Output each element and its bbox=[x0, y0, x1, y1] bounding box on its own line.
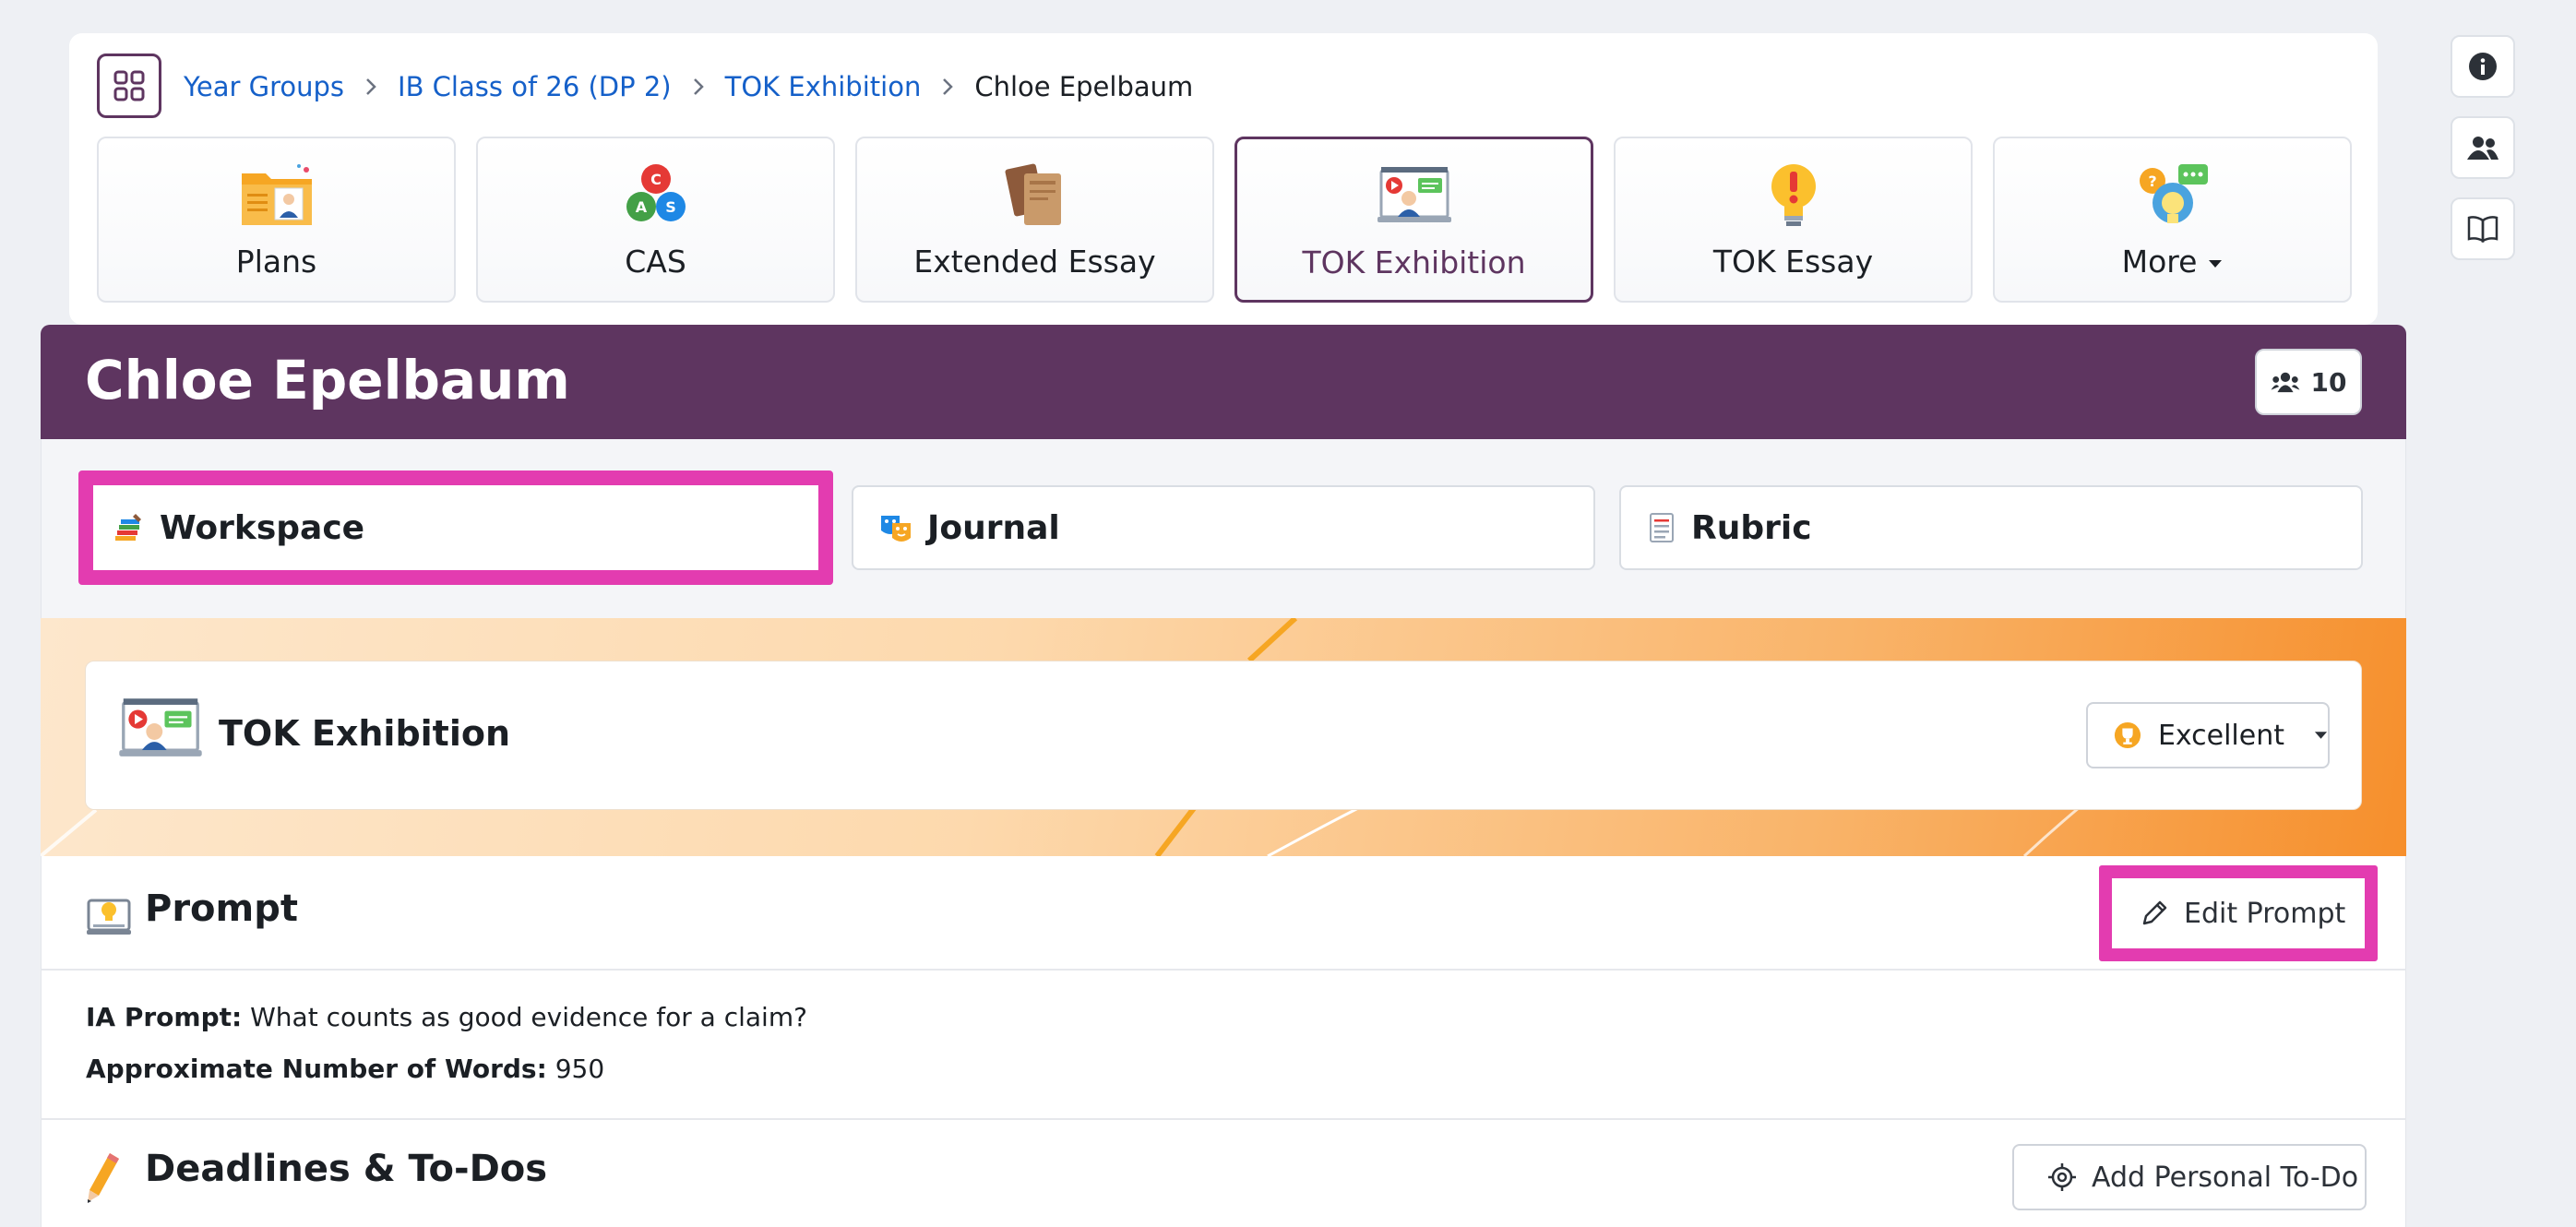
edit-prompt-label: Edit Prompt bbox=[2184, 897, 2346, 930]
word-count-row: Approximate Number of Words: 950 bbox=[86, 1054, 604, 1084]
workspace-tabs: Workspace Journal Rubric bbox=[41, 439, 2406, 618]
tok-exhibition-banner: TOK Exhibition Excellent bbox=[41, 618, 2406, 856]
grade-dropdown[interactable]: Excellent bbox=[2086, 702, 2330, 768]
tab-label: Journal bbox=[927, 508, 1060, 547]
ia-prompt-value: What counts as good evidence for a claim… bbox=[250, 1002, 807, 1032]
breadcrumb-year-groups[interactable]: Year Groups bbox=[184, 71, 344, 102]
books-icon bbox=[1005, 163, 1061, 225]
info-button[interactable] bbox=[2451, 35, 2515, 98]
users-icon bbox=[2467, 137, 2498, 160]
chevron-right-icon bbox=[941, 77, 954, 97]
breadcrumb-current: Chloe Epelbaum bbox=[974, 71, 1194, 102]
module-tiles: Plans C A S CAS Extended Essay TOK Exhib… bbox=[97, 137, 2352, 303]
caret-down-icon bbox=[2314, 732, 2328, 739]
word-count-label: Approximate Number of Words: bbox=[86, 1054, 547, 1084]
apps-grid-button[interactable] bbox=[97, 54, 161, 118]
lightbulb-exclamation-icon bbox=[1771, 164, 1816, 226]
todos-section-header: Deadlines & To-Dos Add Personal To-Do bbox=[41, 1120, 2406, 1227]
more-label: More bbox=[2121, 244, 2198, 280]
tile-label: TOK Essay bbox=[1712, 244, 1874, 280]
trophy-icon bbox=[2114, 721, 2141, 749]
info-icon bbox=[2469, 53, 2497, 80]
tile-label: Plans bbox=[235, 244, 317, 280]
prompt-details: IA Prompt: What counts as good evidence … bbox=[41, 971, 2406, 1120]
presentation-icon bbox=[119, 698, 202, 756]
users-icon bbox=[2271, 372, 2299, 393]
prompt-section-header: Prompt Edit Prompt bbox=[41, 856, 2406, 971]
tab-journal[interactable]: Journal bbox=[852, 485, 1595, 570]
journal-icon bbox=[881, 516, 911, 542]
rubric-icon bbox=[1650, 513, 1674, 542]
tab-label: Workspace bbox=[160, 508, 365, 547]
users-button[interactable] bbox=[2451, 116, 2515, 179]
chevron-right-icon bbox=[364, 77, 377, 97]
banner-title: TOK Exhibition bbox=[219, 713, 511, 754]
svg-text:?: ? bbox=[2148, 173, 2156, 190]
chevron-right-icon bbox=[692, 77, 705, 97]
tile-more[interactable]: ? More bbox=[1993, 137, 2352, 303]
add-todo-label: Add Personal To-Do bbox=[2092, 1161, 2359, 1194]
book-button[interactable] bbox=[2451, 197, 2515, 260]
tok-exhibition-card: TOK Exhibition Excellent bbox=[85, 661, 2362, 810]
edit-prompt-button[interactable]: Edit Prompt bbox=[2099, 865, 2378, 961]
pencil-color-icon bbox=[88, 1153, 119, 1203]
folder-person-icon bbox=[241, 164, 312, 225]
cas-triangle-icon: C A S bbox=[626, 164, 686, 221]
grid-icon bbox=[113, 70, 145, 101]
tab-rubric[interactable]: Rubric bbox=[1619, 485, 2363, 570]
word-count-value: 950 bbox=[555, 1054, 605, 1084]
target-icon bbox=[2048, 1163, 2076, 1191]
member-count: 10 bbox=[2310, 366, 2347, 398]
presentation-icon bbox=[1377, 167, 1451, 222]
tile-tok-essay[interactable]: TOK Essay bbox=[1614, 137, 1973, 303]
tile-label: CAS bbox=[625, 244, 686, 280]
breadcrumb-class[interactable]: IB Class of 26 (DP 2) bbox=[398, 71, 672, 102]
book-icon bbox=[2467, 216, 2498, 243]
caret-down-icon bbox=[2209, 259, 2223, 268]
workspace-icon bbox=[115, 514, 141, 541]
ia-prompt-row: IA Prompt: What counts as good evidence … bbox=[86, 1002, 807, 1032]
ia-prompt-label: IA Prompt: bbox=[86, 1002, 243, 1032]
student-header: Chloe Epelbaum 10 bbox=[41, 325, 2406, 439]
prompt-board-icon bbox=[87, 899, 131, 935]
tab-label: Rubric bbox=[1691, 508, 1812, 547]
tile-label: TOK Exhibition bbox=[1302, 244, 1526, 280]
student-name: Chloe Epelbaum bbox=[85, 349, 570, 411]
tile-label: More bbox=[2122, 244, 2224, 280]
svg-text:C: C bbox=[650, 171, 662, 188]
svg-text:S: S bbox=[665, 198, 676, 216]
add-personal-todo-button[interactable]: Add Personal To-Do bbox=[2012, 1144, 2367, 1210]
grade-value: Excellent bbox=[2157, 719, 2285, 752]
tile-label: Extended Essay bbox=[913, 244, 1156, 280]
breadcrumb-tok-exhibition[interactable]: TOK Exhibition bbox=[725, 71, 922, 102]
tile-tok-exhibition[interactable]: TOK Exhibition bbox=[1234, 137, 1593, 303]
breadcrumb: Year Groups IB Class of 26 (DP 2) TOK Ex… bbox=[184, 66, 1193, 107]
prompt-title: Prompt bbox=[145, 887, 298, 930]
chat-bulbs-icon: ? bbox=[2139, 164, 2208, 223]
navigation-card: Year Groups IB Class of 26 (DP 2) TOK Ex… bbox=[69, 33, 2378, 325]
tile-cas[interactable]: C A S CAS bbox=[476, 137, 835, 303]
pencil-icon bbox=[2142, 900, 2167, 925]
svg-text:A: A bbox=[635, 198, 647, 216]
tab-workspace[interactable]: Workspace bbox=[78, 471, 833, 585]
member-count-button[interactable]: 10 bbox=[2255, 349, 2362, 415]
todos-title: Deadlines & To-Dos bbox=[145, 1148, 548, 1190]
tile-extended-essay[interactable]: Extended Essay bbox=[855, 137, 1214, 303]
tile-plans[interactable]: Plans bbox=[97, 137, 456, 303]
